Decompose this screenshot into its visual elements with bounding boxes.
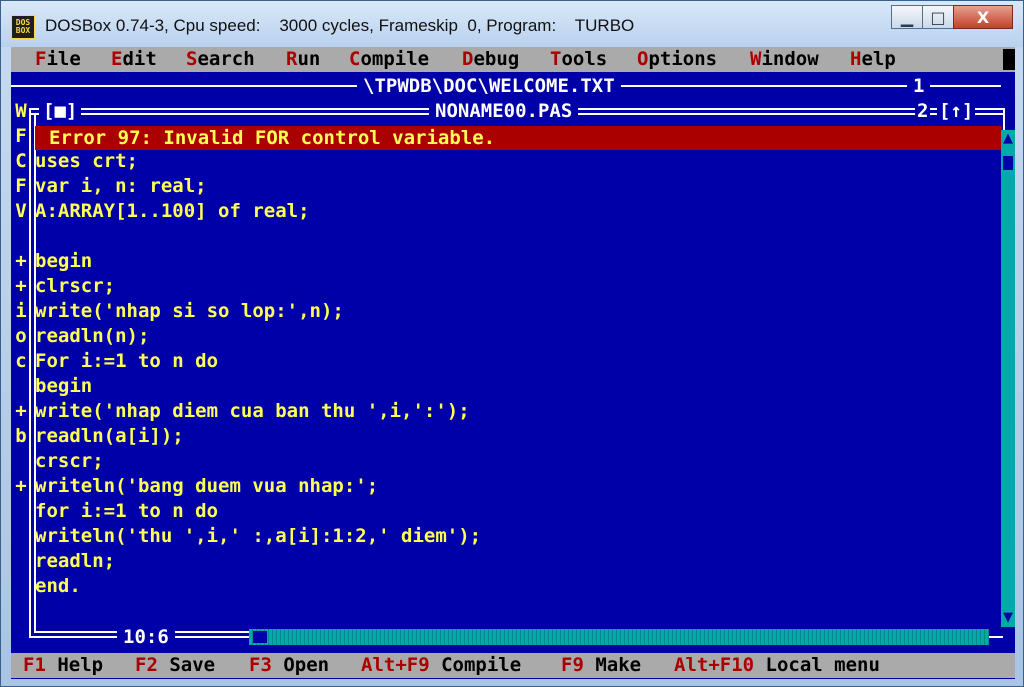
back-window-char: V (15, 200, 27, 222)
scroll-up-arrow-icon[interactable]: ▲ (1001, 130, 1015, 148)
menu-search[interactable]: Search (186, 47, 255, 72)
horizontal-scrollbar[interactable] (249, 629, 989, 645)
back-window-path[interactable]: \TPWDB\DOC\WELCOME.TXT (357, 74, 621, 99)
code-line[interactable]: clrscr; (35, 274, 115, 299)
code-line[interactable]: writeln('bang duem vua nhap:'; (35, 474, 378, 499)
vertical-scrollbar[interactable]: ▲ ▼ (1001, 130, 1015, 627)
back-window-char: i (15, 300, 27, 322)
status-help[interactable]: F1 Help (23, 653, 103, 678)
editor-window-number: 2 (915, 99, 931, 124)
code-line[interactable]: A:ARRAY[1..100] of real; (35, 199, 310, 224)
status-open[interactable]: F3 Open (249, 653, 329, 678)
status-local-menu[interactable]: Alt+F10 Local menu (674, 653, 880, 678)
code-line[interactable]: end. (35, 574, 81, 599)
code-line[interactable]: for i:=1 to n do (35, 499, 218, 524)
horizontal-scroll-thumb[interactable] (253, 631, 267, 643)
menu-edit[interactable]: Edit (111, 47, 157, 72)
back-window-number[interactable]: 1 (907, 74, 931, 99)
scroll-down-arrow-icon[interactable]: ▼ (1001, 609, 1015, 627)
code-line[interactable]: begin (35, 249, 92, 274)
editor-frame-bottom-right (989, 636, 1003, 638)
window-controls: ▁ □ X (891, 5, 1013, 31)
code-line[interactable]: readln; (35, 549, 115, 574)
code-line[interactable]: begin (35, 374, 92, 399)
status-make[interactable]: F9 Make (561, 653, 641, 678)
menu-options[interactable]: Options (637, 47, 717, 72)
back-window-char: F (15, 175, 27, 197)
close-button[interactable]: X (953, 5, 1013, 29)
code-line[interactable]: For i:=1 to n do (35, 349, 218, 374)
menu-tools[interactable]: Tools (550, 47, 607, 72)
editor-zoom-box[interactable]: [↑] (937, 99, 976, 124)
code-line[interactable]: readln(a[i]); (35, 424, 184, 449)
maximize-button[interactable]: □ (922, 5, 954, 29)
menu-shadow (1003, 49, 1015, 70)
back-window-char: o (15, 325, 27, 347)
editor-frame-right-top (1003, 108, 1005, 130)
compile-error-message: Error 97: Invalid FOR control variable. (35, 126, 1002, 150)
code-line[interactable]: uses crt; (35, 149, 138, 174)
code-line[interactable]: crscr; (35, 449, 104, 474)
back-window-char: + (15, 250, 27, 272)
menu-help[interactable]: Help (850, 47, 896, 72)
back-window-char: W (15, 100, 27, 122)
menu-window[interactable]: Window (750, 47, 819, 72)
menu-bar: File Edit Search Run Compile Debug Tools… (11, 47, 1015, 72)
status-bar: F1 Help F2 Save F3 Open Alt+F9 Compile F… (11, 653, 1015, 678)
back-window-char: + (15, 475, 27, 497)
code-line[interactable]: readln(n); (35, 324, 149, 349)
back-window-char: + (15, 275, 27, 297)
status-compile[interactable]: Alt+F9 Compile (361, 653, 521, 678)
menu-file[interactable]: File (35, 47, 81, 72)
editor-filename: NONAME00.PAS (429, 99, 579, 124)
back-window-char: c (15, 350, 27, 372)
menu-debug[interactable]: Debug (462, 47, 519, 72)
vertical-scroll-thumb[interactable] (1003, 156, 1013, 170)
dosbox-window: DOS BOX DOSBox 0.74-3, Cpu speed: 3000 c… (0, 0, 1024, 687)
back-window-char: C (15, 150, 27, 172)
code-line[interactable]: var i, n: real; (35, 174, 207, 199)
back-window-char: b (15, 425, 27, 447)
back-window-char: F (15, 125, 27, 147)
turbo-pascal-screen: File Edit Search Run Compile Debug Tools… (11, 47, 1015, 679)
code-line[interactable]: write('nhap diem cua ban thu ',i,':'); (35, 399, 470, 424)
minimize-button[interactable]: ▁ (891, 5, 923, 29)
window-title: DOSBox 0.74-3, Cpu speed: 3000 cycles, F… (45, 16, 635, 35)
cursor-position: 10:6 (117, 625, 175, 650)
back-window-char: + (15, 400, 27, 422)
code-line[interactable]: write('nhap si so lop:',n); (35, 299, 344, 324)
dosbox-app-icon[interactable]: DOS BOX (11, 15, 35, 39)
menu-compile[interactable]: Compile (349, 47, 429, 72)
menu-run[interactable]: Run (286, 47, 320, 72)
title-bar[interactable]: DOS BOX DOSBox 0.74-3, Cpu speed: 3000 c… (1, 1, 1023, 47)
code-line[interactable]: writeln('thu ',i,' :,a[i]:1:2,' diem'); (35, 524, 481, 549)
editor-frame-left-outer (29, 108, 31, 638)
status-save[interactable]: F2 Save (135, 653, 215, 678)
editor-close-box[interactable]: [■] (39, 99, 82, 124)
